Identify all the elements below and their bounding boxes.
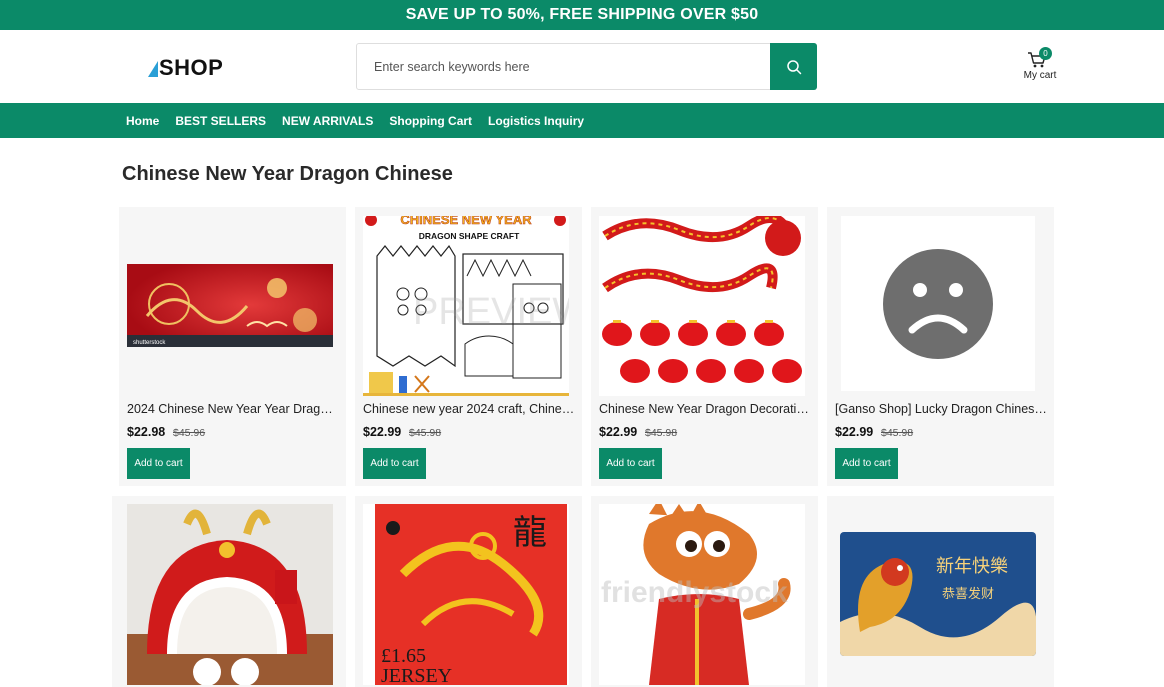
product-price: $22.99 [835,425,874,439]
logo-text: SHOP [159,55,224,80]
product-name[interactable]: Chinese New Year Dragon Decoration Lante… [599,402,811,416]
main-nav: Home BEST SELLERS NEW ARRIVALS Shopping … [0,103,1164,138]
cart-button[interactable]: 0 My cart [1020,47,1058,85]
product-card[interactable]: friendlystock [591,496,818,687]
svg-text:龍: 龍 [513,513,547,553]
product-old-price: $45.98 [881,427,914,439]
product-image[interactable]: friendlystock [599,504,805,685]
search-input[interactable] [357,44,771,89]
nav-shopping-cart[interactable]: Shopping Cart [389,114,472,128]
add-to-cart-button[interactable]: Add to cart [127,448,190,479]
product-card[interactable]: 龍 £1.65 JERSEY [355,496,582,687]
nav-new-arrivals[interactable]: NEW ARRIVALS [282,114,373,128]
add-to-cart-button[interactable]: Add to cart [363,448,426,479]
product-image[interactable] [127,504,333,685]
card-greeting-main: 新年快樂 [936,556,1008,577]
product-price: $22.99 [363,425,402,439]
product-image[interactable] [841,216,1035,391]
product-name[interactable]: Chinese new year 2024 craft, Chinese dra… [363,402,575,416]
product-card[interactable]: [Ganso Shop] Lucky Dragon Chinese New Ye… [827,207,1054,486]
card-greeting-sub: 恭喜发财 [942,586,994,602]
nav-logistics-inquiry[interactable]: Logistics Inquiry [488,114,584,128]
sad-face-icon [883,248,993,359]
search-bar [356,43,817,90]
cart-label: My cart [1023,70,1057,81]
stamp-price: £1.65 [381,645,426,667]
promo-text: SAVE UP TO 50%, FREE SHIPPING OVER $50 [405,6,759,23]
product-card[interactable]: CHINESE NEW YEAR DRAGON SHAPE CRAFT PREV… [355,207,582,486]
product-name[interactable]: 2024 Chinese New Year Year Dragon Chines… [127,402,339,416]
lion-hat-image [127,504,333,685]
product-old-price: $45.96 [173,427,206,439]
craft-title: CHINESE NEW YEAR [400,216,532,227]
product-card[interactable] [112,496,346,687]
product-card[interactable]: Chinese New Year Dragon Decoration Lante… [591,207,818,486]
logo-mark-icon [148,59,158,77]
add-to-cart-button[interactable]: Add to cart [835,448,898,479]
product-image[interactable] [599,216,805,396]
nav-best-sellers[interactable]: BEST SELLERS [175,114,266,128]
product-name[interactable]: [Ganso Shop] Lucky Dragon Chinese New Ye… [835,402,1047,416]
friendlystock-watermark: friendlystock [601,576,788,609]
craft-subtitle: DRAGON SHAPE CRAFT [419,231,520,241]
product-image[interactable]: shutterstock [127,216,333,396]
product-price: $22.98 [127,425,166,439]
dragon-craft-image: CHINESE NEW YEAR DRAGON SHAPE CRAFT PREV… [363,216,569,396]
search-button[interactable] [770,43,817,90]
cartoon-dragon-image: friendlystock [599,504,805,685]
product-old-price: $45.98 [645,427,678,439]
add-to-cart-button[interactable]: Add to cart [599,448,662,479]
product-price: $22.99 [599,425,638,439]
nav-home[interactable]: Home [126,114,159,128]
promo-banner: SAVE UP TO 50%, FREE SHIPPING OVER $50 [0,0,1164,30]
jersey-stamp-image: 龍 £1.65 JERSEY [375,504,567,685]
product-image[interactable]: 新年快樂 恭喜发财 [840,532,1036,656]
search-icon [786,59,801,74]
dragon-lantern-image [599,216,805,396]
product-card[interactable]: 新年快樂 恭喜发财 [827,496,1054,687]
product-old-price: $45.98 [409,427,442,439]
cart-count-badge: 0 [1039,47,1052,60]
svg-text:PREVIEW: PREVIEW [413,291,569,333]
shutterstock-watermark: shutterstock [133,340,166,346]
page-title: Chinese New Year Dragon Chinese [122,163,453,185]
new-year-card-image: 新年快樂 恭喜发财 [840,532,1036,656]
product-image[interactable]: CHINESE NEW YEAR DRAGON SHAPE CRAFT PREV… [363,216,569,396]
product-image[interactable]: 龍 £1.65 JERSEY [363,504,569,685]
site-logo[interactable]: SHOP [148,54,223,82]
product-card[interactable]: shutterstock 2024 Chinese New Year Year … [119,207,346,486]
dragon-banner-image: shutterstock [127,264,333,347]
stamp-country: JERSEY [381,665,452,685]
